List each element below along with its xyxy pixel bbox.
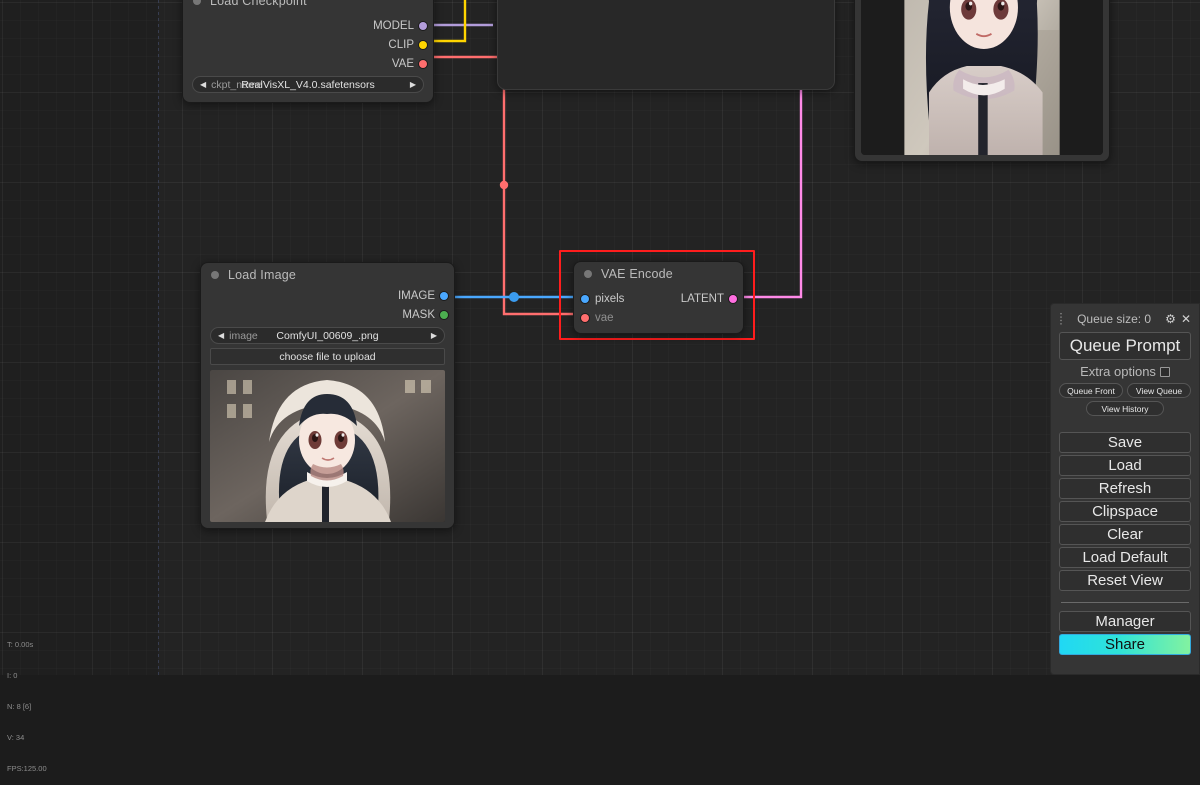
node-title-text: VAE Encode xyxy=(601,266,673,281)
port-clip-out[interactable] xyxy=(419,40,427,49)
history-row: View History xyxy=(1059,401,1191,416)
output-label: VAE xyxy=(391,57,414,70)
collapse-dot-icon[interactable] xyxy=(584,269,592,278)
node-upper-large[interactable] xyxy=(497,0,835,90)
menu-divider xyxy=(1061,602,1189,603)
comfy-menu-panel[interactable]: Queue size: 0 ⚙ ✕ Queue Prompt Extra opt… xyxy=(1050,303,1200,675)
output-label: CLIP xyxy=(388,38,414,51)
save-button[interactable]: Save xyxy=(1059,432,1191,453)
refresh-button[interactable]: Refresh xyxy=(1059,478,1191,499)
next-arrow-icon[interactable]: ▶ xyxy=(410,80,416,89)
node-body: IMAGE MASK ◀ image ComfyUI_00609_.png ▶ … xyxy=(201,286,454,528)
clear-button[interactable]: Clear xyxy=(1059,524,1191,545)
widget-image-name[interactable]: ◀ image ComfyUI_00609_.png ▶ xyxy=(210,327,445,344)
close-icon[interactable]: ✕ xyxy=(1181,313,1191,325)
extra-options-row[interactable]: Extra options xyxy=(1059,364,1191,379)
gear-icon[interactable]: ⚙ xyxy=(1165,313,1176,325)
input-label-pixels: pixels xyxy=(595,292,625,305)
queue-actions-row: Queue Front View Queue xyxy=(1059,383,1191,398)
extra-options-checkbox[interactable] xyxy=(1159,366,1170,377)
port-mask-out[interactable] xyxy=(440,310,448,319)
output-label: IMAGE xyxy=(397,289,435,302)
output-label-latent: LATENT xyxy=(680,292,724,305)
port-latent-out[interactable] xyxy=(729,294,737,303)
canvas-stats: T: 0.00s I: 0 N: 8 [6] V: 34 FPS:125.00 xyxy=(7,619,47,785)
prev-arrow-icon[interactable]: ◀ xyxy=(200,80,206,89)
input-vae[interactable]: vae xyxy=(574,308,743,327)
queue-prompt-button[interactable]: Queue Prompt xyxy=(1059,332,1191,360)
port-vae-out[interactable] xyxy=(419,59,427,68)
stat-fps: FPS:125.00 xyxy=(7,763,47,773)
output-label: MASK xyxy=(402,308,435,321)
output-label: MODEL xyxy=(373,19,414,32)
canvas-guide-line xyxy=(158,0,159,675)
output-model[interactable]: MODEL xyxy=(183,16,433,35)
port-vae-in[interactable] xyxy=(581,313,589,322)
preview-image-art xyxy=(861,0,1103,155)
load-button[interactable]: Load xyxy=(1059,455,1191,476)
node-title-text: Load Checkpoint xyxy=(210,0,307,8)
collapse-dot-icon[interactable] xyxy=(193,0,201,5)
reset-view-button[interactable]: Reset View xyxy=(1059,570,1191,591)
node-vae-encode[interactable]: VAE Encode pixels LATENT vae xyxy=(573,261,744,334)
view-history-button[interactable]: View History xyxy=(1086,401,1164,416)
drag-handle-icon[interactable] xyxy=(1059,312,1063,325)
menu-header[interactable]: Queue size: 0 ⚙ ✕ xyxy=(1059,310,1191,327)
output-mask[interactable]: MASK xyxy=(201,305,454,324)
load-default-button[interactable]: Load Default xyxy=(1059,547,1191,568)
share-button[interactable]: Share xyxy=(1059,634,1191,655)
next-arrow-icon[interactable]: ▶ xyxy=(431,331,437,340)
stat-time: T: 0.00s xyxy=(7,639,34,649)
node-body: MODEL CLIP VAE ◀ ckpt_name RealVisXL_V4.… xyxy=(183,12,433,102)
collapse-dot-icon[interactable] xyxy=(211,270,219,279)
view-queue-button[interactable]: View Queue xyxy=(1127,383,1191,398)
queue-size-label: Queue size: 0 xyxy=(1077,311,1152,326)
port-image-out[interactable] xyxy=(440,291,448,300)
manager-button[interactable]: Manager xyxy=(1059,611,1191,632)
widget-ckpt-name[interactable]: ◀ ckpt_name RealVisXL_V4.0.safetensors ▶ xyxy=(192,76,424,93)
widget-label: image xyxy=(229,329,258,342)
node-title-bar[interactable]: Load Image xyxy=(201,263,454,286)
node-title-bar[interactable]: VAE Encode xyxy=(574,262,743,285)
node-load-image[interactable]: Load Image IMAGE MASK ◀ image ComfyUI_00… xyxy=(200,262,455,529)
extra-options-label: Extra options xyxy=(1080,364,1156,379)
node-preview-image[interactable] xyxy=(854,0,1110,162)
output-clip[interactable]: CLIP xyxy=(183,35,433,54)
preview-image-thumbnail[interactable] xyxy=(861,0,1103,155)
widget-label: ckpt_name xyxy=(211,78,263,91)
stat-version: V: 34 xyxy=(7,732,25,742)
node-title-bar[interactable]: Load Checkpoint xyxy=(183,0,433,12)
output-vae[interactable]: VAE xyxy=(183,54,433,73)
port-model-out[interactable] xyxy=(419,21,427,30)
stat-nodes: N: 8 [6] xyxy=(7,701,32,711)
output-image[interactable]: IMAGE xyxy=(201,286,454,305)
queue-front-button[interactable]: Queue Front xyxy=(1059,383,1123,398)
node-body: pixels LATENT vae xyxy=(574,285,743,333)
prev-arrow-icon[interactable]: ◀ xyxy=(218,331,224,340)
choose-file-to-upload-button[interactable]: choose file to upload xyxy=(210,348,445,365)
port-pixels-in[interactable] xyxy=(581,294,589,303)
input-label-vae: vae xyxy=(595,311,614,324)
node-load-checkpoint[interactable]: Load Checkpoint MODEL CLIP VAE ◀ ckpt_na… xyxy=(182,0,434,103)
clipspace-button[interactable]: Clipspace xyxy=(1059,501,1191,522)
stat-iterations: I: 0 xyxy=(7,670,18,680)
node-title-text: Load Image xyxy=(228,267,297,282)
load-image-art xyxy=(210,370,445,522)
row-pixels-latent: pixels LATENT xyxy=(574,289,743,308)
load-image-thumbnail[interactable] xyxy=(210,370,445,522)
